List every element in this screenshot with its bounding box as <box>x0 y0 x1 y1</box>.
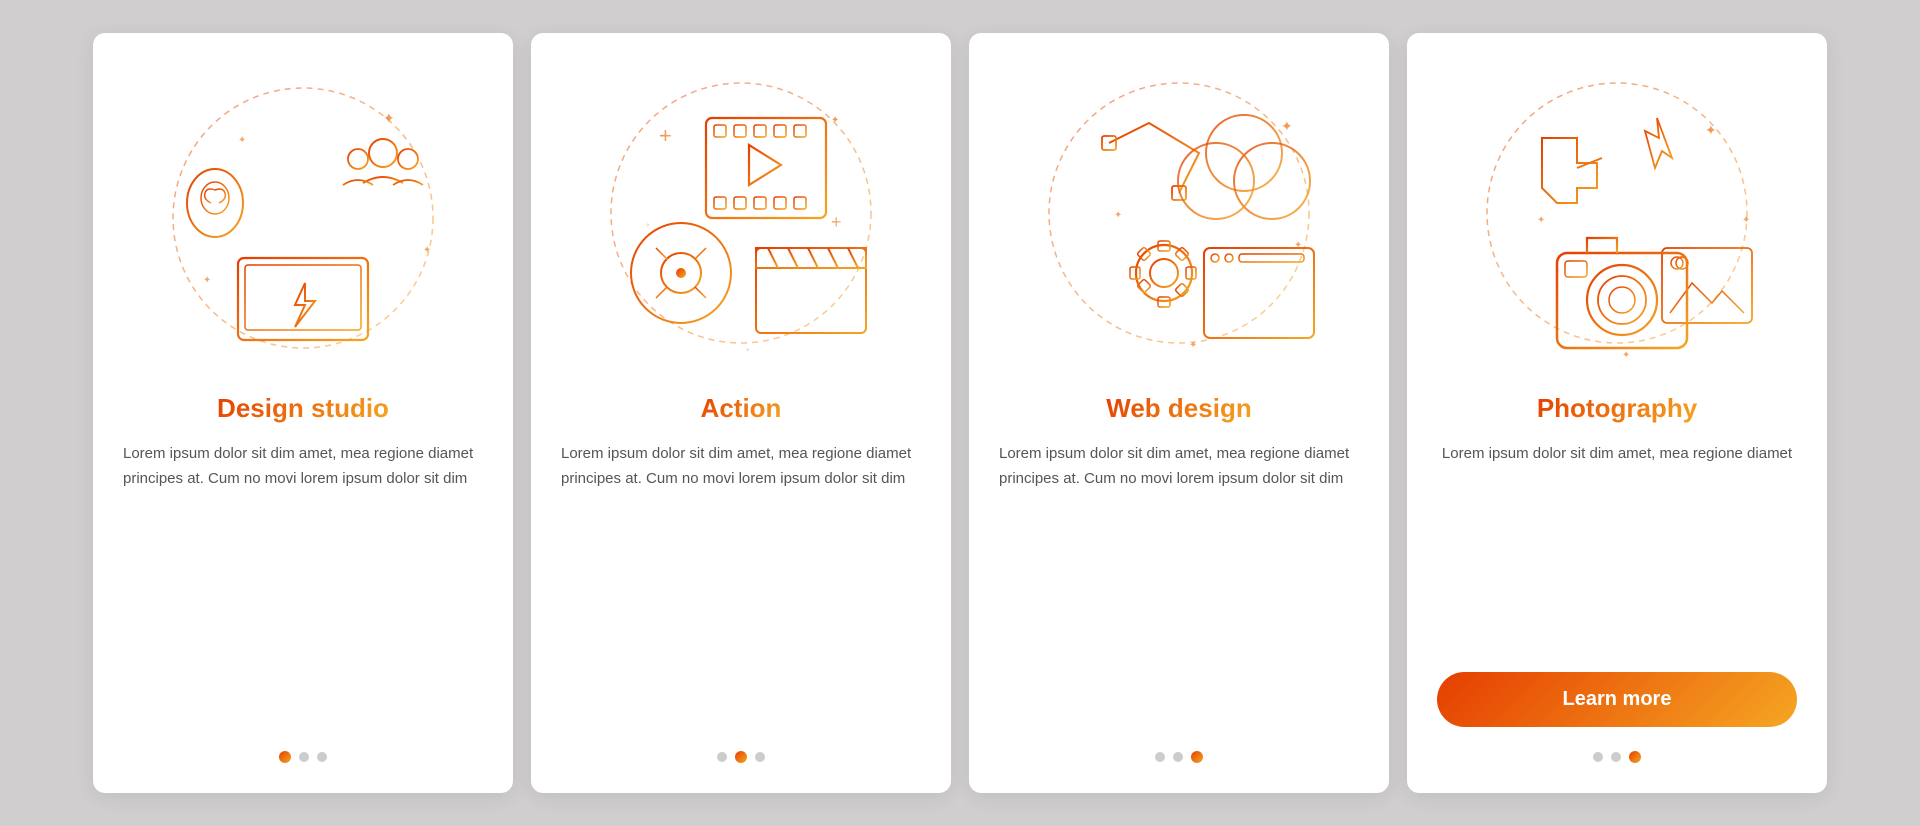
svg-text:✦: ✦ <box>1705 122 1717 138</box>
card-body-action: Lorem ipsum dolor sit dim amet, mea regi… <box>561 442 921 727</box>
illustration-photography: ✦ ✦ ✦ ✦ <box>1447 53 1787 393</box>
illustration-design-studio: ✦ ✦ ✦ ✦ <box>133 53 473 393</box>
card-title-web-design: Web design <box>1106 393 1251 424</box>
card-action: + + ✦ ◦ ◦ Action Lorem ipsum dolor sit d… <box>531 33 951 793</box>
dots-photography <box>1593 751 1641 763</box>
learn-more-button[interactable]: Learn more <box>1437 672 1797 727</box>
card-web-design: ✦ ✦ ✦ ✦ Web design Lorem ipsum dolor sit… <box>969 33 1389 793</box>
svg-text:✦: ✦ <box>1114 210 1122 221</box>
card-design-studio: ✦ ✦ ✦ ✦ Design studio Lorem ipsum dolor … <box>93 33 513 793</box>
dot-2[interactable] <box>1173 752 1183 762</box>
dot-3[interactable] <box>317 752 327 762</box>
svg-text:✦: ✦ <box>831 115 839 126</box>
svg-text:◦: ◦ <box>646 220 650 231</box>
dot-2[interactable] <box>299 752 309 762</box>
card-title-action: Action <box>701 393 782 424</box>
illustration-web-design: ✦ ✦ ✦ ✦ <box>1009 53 1349 393</box>
dot-1[interactable] <box>1593 752 1603 762</box>
dot-2[interactable] <box>1611 752 1621 762</box>
svg-text:✦: ✦ <box>238 135 246 146</box>
svg-text:✦: ✦ <box>1742 215 1750 226</box>
illustration-action: + + ✦ ◦ ◦ <box>571 53 911 393</box>
svg-text:✦: ✦ <box>1281 118 1293 134</box>
svg-text:✦: ✦ <box>423 245 431 256</box>
dot-1[interactable] <box>279 751 291 763</box>
svg-text:✦: ✦ <box>1189 340 1197 351</box>
card-title-design-studio: Design studio <box>217 393 389 424</box>
dot-1[interactable] <box>1155 752 1165 762</box>
svg-text:✦: ✦ <box>1537 215 1545 226</box>
dot-3[interactable] <box>755 752 765 762</box>
dots-design-studio <box>279 751 327 763</box>
dot-3[interactable] <box>1191 751 1203 763</box>
card-photography: ✦ ✦ ✦ ✦ Photography Lorem ipsum dolor si… <box>1407 33 1827 793</box>
dot-2[interactable] <box>735 751 747 763</box>
dots-web-design <box>1155 751 1203 763</box>
dots-action <box>717 751 765 763</box>
svg-text:✦: ✦ <box>383 110 395 126</box>
svg-text:+: + <box>831 212 842 232</box>
dot-3[interactable] <box>1629 751 1641 763</box>
dot-1[interactable] <box>717 752 727 762</box>
svg-text:◦: ◦ <box>746 345 750 356</box>
svg-text:✦: ✦ <box>203 275 211 286</box>
svg-text:✦: ✦ <box>1294 240 1302 251</box>
svg-text:+: + <box>659 123 672 148</box>
card-title-photography: Photography <box>1537 393 1697 424</box>
svg-text:✦: ✦ <box>1622 350 1630 361</box>
cards-container: ✦ ✦ ✦ ✦ Design studio Lorem ipsum dolor … <box>53 3 1867 823</box>
card-body-web-design: Lorem ipsum dolor sit dim amet, mea regi… <box>999 442 1359 727</box>
card-body-photography: Lorem ipsum dolor sit dim amet, mea regi… <box>1442 442 1792 654</box>
card-body-design-studio: Lorem ipsum dolor sit dim amet, mea regi… <box>123 442 483 727</box>
